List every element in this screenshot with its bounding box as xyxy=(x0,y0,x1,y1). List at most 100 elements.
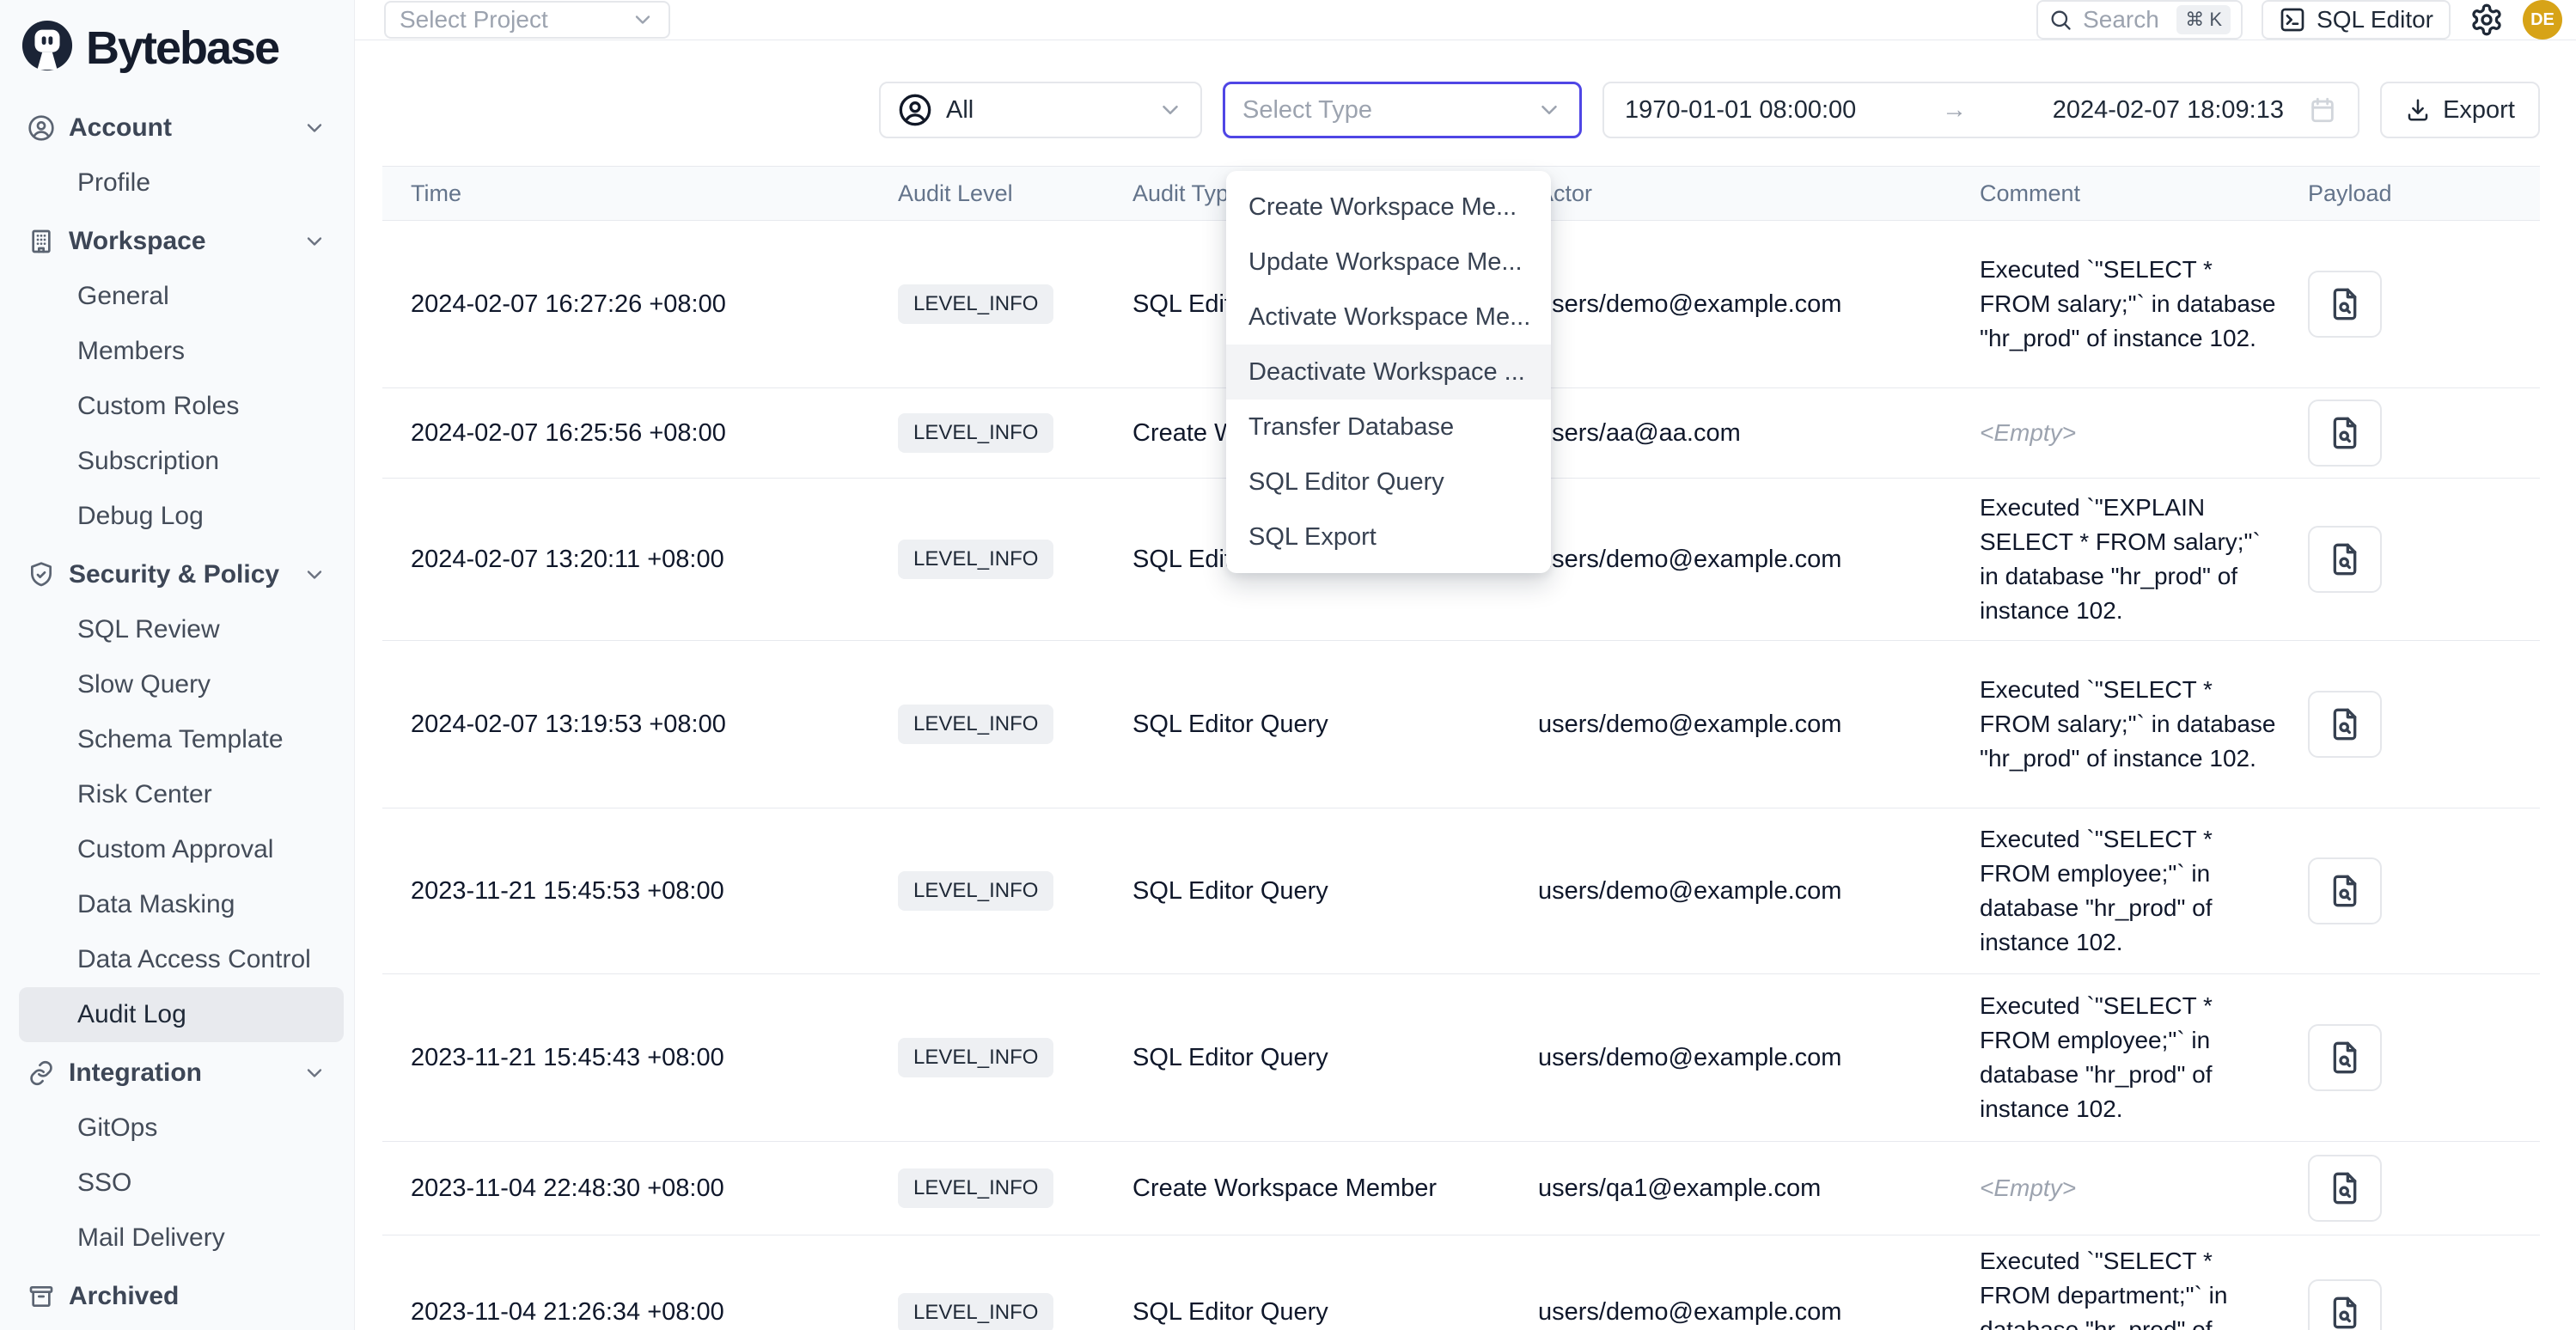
chevron-down-icon xyxy=(1536,97,1562,123)
cell-comment: Executed `"EXPLAIN SELECT * FROM salary;… xyxy=(1980,491,2308,628)
sidebar-item-custom-approval[interactable]: Custom Approval xyxy=(19,822,344,877)
cell-audit-type: Create Workspace Member xyxy=(1132,1174,1538,1203)
sidebar-group-account[interactable]: Account xyxy=(19,101,344,156)
cell-actor: users/qa1@example.com xyxy=(1538,1174,1980,1203)
avatar[interactable]: DE xyxy=(2523,0,2562,40)
cell-time: 2024-02-07 16:25:56 +08:00 xyxy=(411,419,898,448)
topbar: Select Project Search ⌘ K SQL Editor DE xyxy=(355,0,2576,40)
payload-view-button[interactable] xyxy=(2308,1155,2382,1222)
cell-audit-type: SQL Editor Query xyxy=(1132,1298,1538,1327)
sidebar-item-debug-log[interactable]: Debug Log xyxy=(19,489,344,544)
archive-icon xyxy=(27,1283,55,1310)
actor-filter-dropdown[interactable]: All xyxy=(879,82,1202,138)
menu-item-deactivate-workspace-member[interactable]: Deactivate Workspace ... xyxy=(1226,345,1551,400)
payload-view-button[interactable] xyxy=(2308,526,2382,593)
cell-actor: users/demo@example.com xyxy=(1538,290,1980,319)
search-input[interactable]: Search ⌘ K xyxy=(2036,0,2243,40)
menu-item-transfer-database[interactable]: Transfer Database xyxy=(1226,400,1551,455)
table-row: 2023-11-21 15:45:43 +08:00 LEVEL_INFO SQ… xyxy=(382,974,2540,1142)
cell-time: 2023-11-04 21:26:34 +08:00 xyxy=(411,1298,898,1327)
payload-view-button[interactable] xyxy=(2308,400,2382,467)
calendar-icon xyxy=(2308,95,2337,125)
cell-comment: Executed `"SELECT * FROM salary;"` in da… xyxy=(1980,673,2308,776)
audit-level-badge: LEVEL_INFO xyxy=(898,1038,1053,1077)
type-filter-dropdown[interactable]: Select Type xyxy=(1223,82,1582,138)
sidebar-item-archived[interactable]: Archived xyxy=(19,1269,344,1324)
chevron-down-icon xyxy=(302,1061,327,1085)
link-icon xyxy=(27,1059,55,1087)
sidebar-group-integration[interactable]: Integration xyxy=(19,1046,344,1101)
sidebar-item-profile[interactable]: Profile xyxy=(19,156,344,210)
sidebar-item-data-masking[interactable]: Data Masking xyxy=(19,877,344,932)
column-header-payload: Payload xyxy=(2308,180,2540,207)
cell-actor: users/demo@example.com xyxy=(1538,546,1980,574)
sidebar-item-general[interactable]: General xyxy=(19,269,344,324)
sidebar-group-workspace[interactable]: Workspace xyxy=(19,214,344,269)
table-row: 2023-11-04 21:26:34 +08:00 LEVEL_INFO SQ… xyxy=(382,1235,2540,1330)
building-icon xyxy=(27,228,55,255)
menu-item-activate-workspace-member[interactable]: Activate Workspace Me... xyxy=(1226,290,1551,345)
sidebar-item-mail-delivery[interactable]: Mail Delivery xyxy=(19,1211,344,1266)
sidebar-item-risk-center[interactable]: Risk Center xyxy=(19,767,344,822)
column-header-comment: Comment xyxy=(1980,180,2308,207)
export-label: Export xyxy=(2443,96,2515,125)
date-range-picker[interactable]: 1970-01-01 08:00:00 → 2024-02-07 18:09:1… xyxy=(1602,82,2359,138)
sidebar-item-data-access-control[interactable]: Data Access Control xyxy=(19,932,344,987)
cell-comment-empty: <Empty> xyxy=(1980,1171,2308,1205)
cell-actor: users/demo@example.com xyxy=(1538,1044,1980,1072)
sidebar-group-label: Integration xyxy=(69,1059,289,1088)
menu-item-sql-export[interactable]: SQL Export xyxy=(1226,509,1551,564)
sidebar-item-schema-template[interactable]: Schema Template xyxy=(19,712,344,767)
user-circle-icon xyxy=(898,93,932,127)
payload-view-button[interactable] xyxy=(2308,857,2382,924)
column-header-time: Time xyxy=(411,180,898,207)
settings-button[interactable] xyxy=(2469,3,2504,37)
sidebar-item-gitops[interactable]: GitOps xyxy=(19,1101,344,1156)
cell-comment: Executed `"SELECT * FROM employee;"` in … xyxy=(1980,822,2308,960)
export-button[interactable]: Export xyxy=(2380,82,2540,138)
menu-item-create-workspace-member[interactable]: Create Workspace Me... xyxy=(1226,180,1551,235)
menu-item-update-workspace-member[interactable]: Update Workspace Me... xyxy=(1226,235,1551,290)
table-row: 2023-11-21 15:45:53 +08:00 LEVEL_INFO SQ… xyxy=(382,808,2540,974)
chevron-down-icon xyxy=(302,116,327,140)
search-icon xyxy=(2048,8,2072,32)
payload-view-button[interactable] xyxy=(2308,271,2382,338)
search-placeholder: Search xyxy=(2083,6,2166,34)
table-row: 2024-02-07 13:19:53 +08:00 LEVEL_INFO SQ… xyxy=(382,641,2540,808)
terminal-icon xyxy=(2279,6,2306,34)
sidebar-item-sso[interactable]: SSO xyxy=(19,1156,344,1211)
actor-filter-value: All xyxy=(946,96,1144,125)
select-project-dropdown[interactable]: Select Project xyxy=(384,1,670,39)
cell-comment: Executed `"SELECT * FROM salary;"` in da… xyxy=(1980,253,2308,356)
audit-level-badge: LEVEL_INFO xyxy=(898,871,1053,911)
sidebar-group-security-policy[interactable]: Security & Policy xyxy=(19,547,344,602)
chevron-down-icon xyxy=(1157,97,1183,123)
type-filter-placeholder: Select Type xyxy=(1242,96,1536,125)
sidebar-item-sql-review[interactable]: SQL Review xyxy=(19,602,344,657)
sidebar-nav: Account Profile Workspace General Member… xyxy=(19,101,344,1324)
payload-view-button[interactable] xyxy=(2308,691,2382,758)
file-search-icon xyxy=(2328,874,2362,908)
sidebar-item-subscription[interactable]: Subscription xyxy=(19,434,344,489)
cell-time: 2024-02-07 16:27:26 +08:00 xyxy=(411,290,898,319)
file-search-icon xyxy=(2328,1171,2362,1205)
sidebar-item-members[interactable]: Members xyxy=(19,324,344,379)
bytebase-logo[interactable]: Bytebase xyxy=(19,15,344,97)
cell-comment: Executed `"SELECT * FROM employee;"` in … xyxy=(1980,989,2308,1126)
file-search-icon xyxy=(2328,707,2362,741)
cell-time: 2024-02-07 13:20:11 +08:00 xyxy=(411,546,898,574)
cell-audit-type: SQL Editor Query xyxy=(1132,877,1538,906)
sidebar-item-custom-roles[interactable]: Custom Roles xyxy=(19,379,344,434)
menu-item-sql-editor-query[interactable]: SQL Editor Query xyxy=(1226,455,1551,509)
payload-view-button[interactable] xyxy=(2308,1024,2382,1091)
sidebar-item-audit-log[interactable]: Audit Log xyxy=(19,987,344,1042)
column-header-audit-level: Audit Level xyxy=(898,180,1132,207)
cell-time: 2023-11-04 22:48:30 +08:00 xyxy=(411,1174,898,1203)
sidebar-item-slow-query[interactable]: Slow Query xyxy=(19,657,344,712)
sidebar-group-label: Security & Policy xyxy=(69,560,289,589)
payload-view-button[interactable] xyxy=(2308,1279,2382,1330)
sql-editor-button[interactable]: SQL Editor xyxy=(2262,0,2451,40)
brand-name: Bytebase xyxy=(86,21,278,75)
file-search-icon xyxy=(2328,1040,2362,1075)
download-icon xyxy=(2405,97,2431,123)
